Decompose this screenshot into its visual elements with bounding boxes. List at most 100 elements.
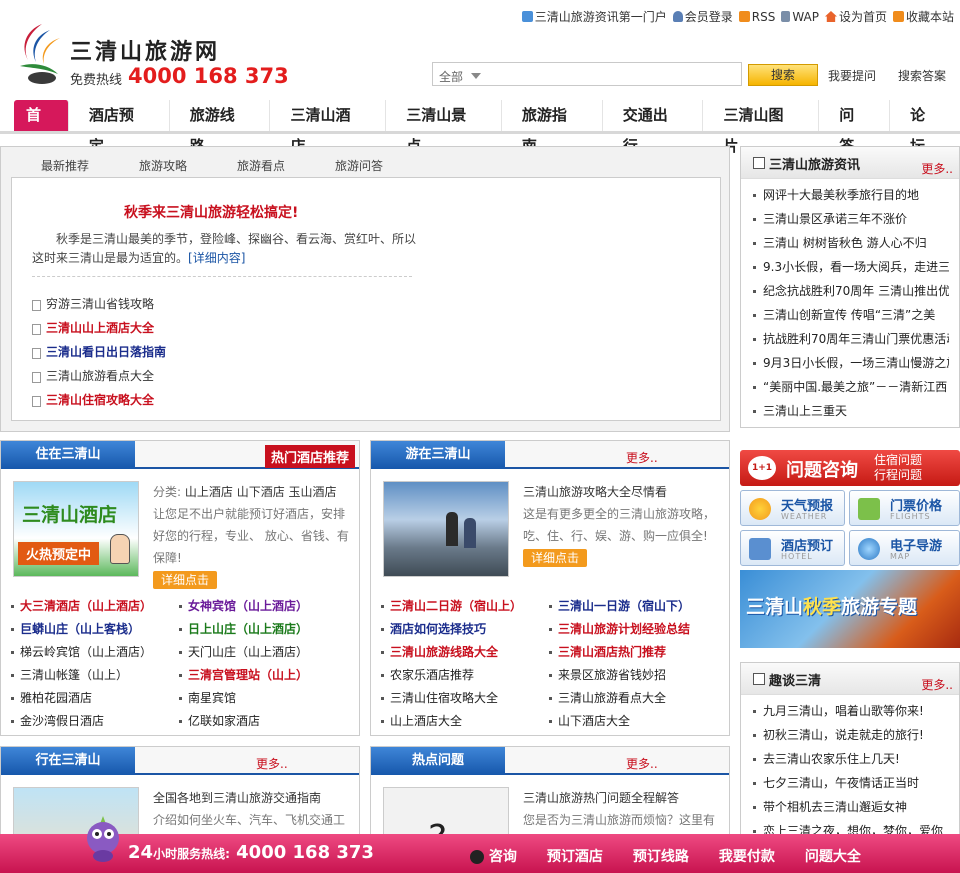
- stay-detail-button[interactable]: 详细点击: [153, 571, 218, 589]
- faq-more-link[interactable]: 更多..: [626, 755, 658, 772]
- nav-photos[interactable]: 三清山图片: [703, 100, 820, 155]
- e-guide-button[interactable]: 电子导游 MAP: [849, 530, 960, 566]
- footer-faq-link[interactable]: 问题大全: [805, 846, 861, 866]
- question-marks-image[interactable]: ? ? ?: [383, 787, 509, 835]
- list-item[interactable]: 来景区旅游省钱妙招: [549, 664, 717, 687]
- top-link-portal[interactable]: 三清山旅游资讯第一门户: [521, 8, 667, 25]
- list-item[interactable]: 带个相机去三清山邂逅女神: [753, 795, 949, 819]
- list-item[interactable]: 三清山上三重天: [753, 399, 949, 423]
- fun-more-link[interactable]: 更多..: [921, 676, 953, 693]
- autumn-banner[interactable]: 三清山秋季旅游专题: [740, 570, 960, 648]
- list-item[interactable]: 三清山 树树皆秋色 游人心不归: [753, 231, 949, 255]
- nav-hotel-booking[interactable]: 酒店预定: [69, 100, 170, 155]
- nav-home[interactable]: 首页: [14, 100, 69, 155]
- list-item[interactable]: 三清山一日游（宿山下）: [549, 595, 717, 618]
- list-item[interactable]: 日上山庄（山上酒店）: [179, 618, 347, 641]
- footer-book-hotel-link[interactable]: 预订酒店: [547, 846, 603, 866]
- list-item[interactable]: 去三清山农家乐住上几天!: [753, 747, 949, 771]
- list-item[interactable]: 梯云岭宾馆（山上酒店）: [11, 641, 179, 664]
- list-item[interactable]: 七夕三清山，午夜情话正当时: [753, 771, 949, 795]
- search-scope-select[interactable]: 全部: [439, 68, 463, 85]
- chevron-down-icon[interactable]: [471, 73, 481, 79]
- footer-payment-link[interactable]: 我要付款: [719, 846, 775, 866]
- tour-head[interactable]: 三清山旅游攻略大全尽情看: [523, 485, 667, 499]
- list-item[interactable]: 巨蟒山庄（山上客栈）: [11, 618, 179, 641]
- list-item[interactable]: 三清山创新宣传 传唱“三清”之美: [753, 303, 949, 327]
- list-item[interactable]: 三清山景区承诺三年不涨价: [753, 207, 949, 231]
- featured-title[interactable]: 秋季来三清山旅游轻松搞定!: [124, 202, 298, 222]
- featured-more-link[interactable]: [详细内容]: [188, 251, 245, 265]
- list-item[interactable]: 九月三清山，唱着山歌等你来!: [753, 699, 949, 723]
- stay-title[interactable]: 住在三清山: [1, 441, 135, 469]
- top-link-homepage[interactable]: 设为首页: [824, 8, 887, 25]
- top-link-wap[interactable]: WAP: [781, 8, 819, 25]
- top-link-rss[interactable]: RSS: [738, 8, 775, 25]
- travel-more-link[interactable]: 更多..: [256, 755, 288, 772]
- list-item[interactable]: 纪念抗战胜利70周年 三清山推出优惠: [753, 279, 949, 303]
- list-item[interactable]: 三清山酒店热门推荐: [549, 641, 717, 664]
- footer-book-route-link[interactable]: 预订线路: [633, 846, 689, 866]
- tour-more-link[interactable]: 更多..: [626, 449, 658, 466]
- travel-title[interactable]: 行在三清山: [1, 747, 135, 775]
- list-item[interactable]: 9月3日小长假，一场三清山慢游之旅: [753, 351, 949, 375]
- stay-categories[interactable]: 山上酒店 山下酒店 玉山酒店: [185, 485, 337, 499]
- tab-strategy[interactable]: 旅游攻略: [139, 157, 187, 174]
- list-item[interactable]: 三清宫管理站（山上）: [179, 664, 347, 687]
- list-item[interactable]: 雅柏花园酒店: [11, 687, 179, 710]
- top-link-login[interactable]: 会员登录: [672, 8, 733, 25]
- nav-transport[interactable]: 交通出行: [603, 100, 704, 155]
- weather-button[interactable]: 天气预报 WEATHER: [740, 490, 845, 526]
- tab-qa[interactable]: 旅游问答: [335, 157, 383, 174]
- list-item[interactable]: “美丽中国.最美之旅”－－清新江西: [753, 375, 949, 399]
- nav-routes[interactable]: 旅游线路: [170, 100, 271, 155]
- list-item[interactable]: 9.3小长假，看一场大阅兵，走进三清山: [753, 255, 949, 279]
- tab-latest[interactable]: 最新推荐: [41, 157, 89, 174]
- top-link-bookmark[interactable]: 收藏本站: [892, 8, 954, 25]
- list-item[interactable]: 南星宾馆: [179, 687, 347, 710]
- consult-button[interactable]: 1+1 问题咨询 住宿问题 行程问题: [740, 450, 960, 486]
- site-title[interactable]: 三清山旅游网: [70, 34, 220, 66]
- list-item[interactable]: 亿联如家酒店: [179, 710, 347, 733]
- ask-question-link[interactable]: 我要提问: [828, 67, 876, 84]
- list-item[interactable]: 三清山山上酒店大全: [32, 316, 166, 340]
- hotel-booking-button[interactable]: 酒店预订 HOTEL: [740, 530, 845, 566]
- list-item[interactable]: 山上酒店大全: [381, 710, 549, 733]
- list-item[interactable]: 天门山庄（山上酒店）: [179, 641, 347, 664]
- list-item[interactable]: 三清山二日游（宿山上）: [381, 595, 549, 618]
- list-item[interactable]: 三清山帐篷（山上）: [11, 664, 179, 687]
- list-item[interactable]: 三清山住宿攻略大全: [381, 687, 549, 710]
- list-item[interactable]: 三清山旅游线路大全: [381, 641, 549, 664]
- nav-forum[interactable]: 论坛: [890, 100, 960, 155]
- news-more-link[interactable]: 更多..: [921, 160, 953, 177]
- tour-detail-button[interactable]: 详细点击: [523, 549, 588, 567]
- list-item[interactable]: 三清山看日出日落指南: [32, 340, 166, 364]
- nav-scenic[interactable]: 三清山景点: [386, 100, 502, 155]
- list-item[interactable]: 山下酒店大全: [549, 710, 717, 733]
- faq-title[interactable]: 热点问题: [371, 747, 505, 775]
- ticket-price-button[interactable]: 门票价格 FLIGHTS: [849, 490, 960, 526]
- list-item[interactable]: 酒店如何选择技巧: [381, 618, 549, 641]
- list-item[interactable]: 三清山旅游看点大全: [32, 364, 166, 388]
- list-item[interactable]: 金沙湾假日酒店: [11, 710, 179, 733]
- nav-qa[interactable]: 问答: [819, 100, 891, 155]
- faq-head[interactable]: 三清山旅游热门问题全程解答: [523, 791, 679, 805]
- list-item[interactable]: 三清山住宿攻略大全: [32, 388, 166, 412]
- list-item[interactable]: 抗战胜利70周年三清山门票优惠活动: [753, 327, 949, 351]
- list-item[interactable]: 女神宾馆（山上酒店）: [179, 595, 347, 618]
- hot-hotels-badge[interactable]: 热门酒店推荐: [264, 445, 355, 468]
- hikers-image[interactable]: [383, 481, 509, 577]
- logo-icon[interactable]: [14, 20, 68, 88]
- travel-head[interactable]: 全国各地到三清山旅游交通指南: [153, 791, 321, 805]
- list-item[interactable]: 网评十大最美秋季旅行目的地: [753, 183, 949, 207]
- tour-title[interactable]: 游在三清山: [371, 441, 505, 469]
- list-item[interactable]: 穷游三清山省钱攻略: [32, 292, 166, 316]
- list-item[interactable]: 初秋三清山，说走就走的旅行!: [753, 723, 949, 747]
- search-answer-link[interactable]: 搜索答案: [898, 67, 946, 84]
- nav-hotels[interactable]: 三清山酒店: [270, 100, 387, 155]
- footer-consult-link[interactable]: 咨询: [470, 846, 517, 866]
- tab-highlights[interactable]: 旅游看点: [237, 157, 285, 174]
- list-item[interactable]: 三清山旅游计划经验总结: [549, 618, 717, 641]
- list-item[interactable]: 农家乐酒店推荐: [381, 664, 549, 687]
- search-input[interactable]: 全部: [432, 62, 742, 86]
- list-item[interactable]: 三清山旅游看点大全: [549, 687, 717, 710]
